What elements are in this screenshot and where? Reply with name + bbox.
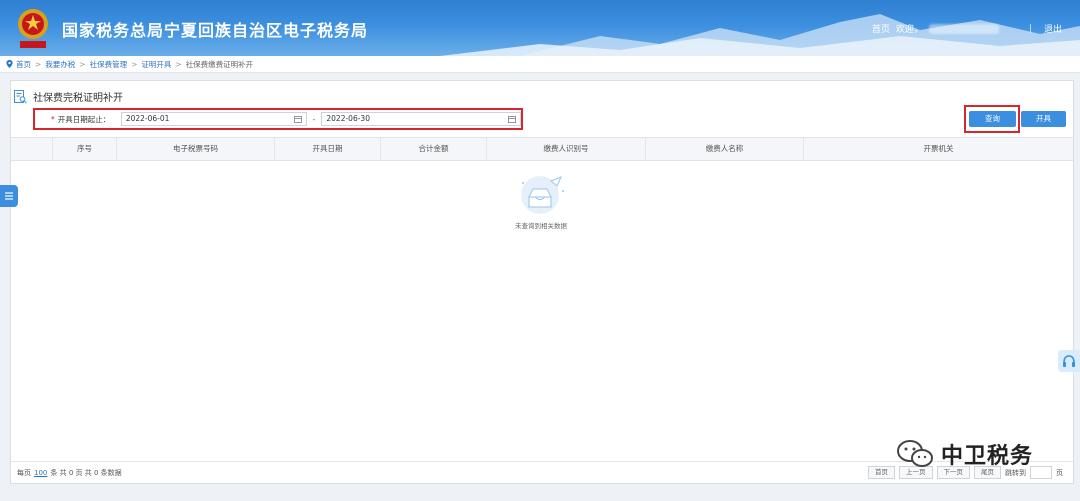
empty-inbox-icon xyxy=(521,176,564,214)
results-table: 序号 电子税票号码 开具日期 合计金额 缴费人识别号 缴费人名称 开票机关 xyxy=(11,137,1073,161)
table-header: 序号 电子税票号码 开具日期 合计金额 缴费人识别号 缴费人名称 开票机关 xyxy=(11,137,1073,161)
breadcrumb: 首页 > 我要办税 > 社保费管理 > 证明开具 > 社保费缴费证明补开 xyxy=(0,56,1080,73)
end-date-input[interactable]: 2022-06-30 xyxy=(321,112,521,126)
breadcrumb-separator: > xyxy=(79,59,86,69)
breadcrumb-separator: > xyxy=(35,59,42,69)
nav-divider: | xyxy=(1028,23,1032,34)
welcome-text: 欢迎， xyxy=(895,25,923,35)
column-header-issue-date: 开具日期 xyxy=(275,138,381,160)
menu-icon xyxy=(5,192,13,200)
breadcrumb-social-security[interactable]: 社保费管理 xyxy=(90,59,128,70)
page-title: 社保费完税证明补开 xyxy=(33,93,123,104)
calendar-icon[interactable] xyxy=(508,115,516,123)
header-nav: 首页 欢迎， | 退出 xyxy=(872,22,1062,35)
breadcrumb-current: 社保费缴费证明补开 xyxy=(185,59,254,69)
wechat-watermark: 中卫税务 xyxy=(895,438,1033,470)
column-header-total-amount: 合计金额 xyxy=(381,138,487,160)
column-header-select xyxy=(11,138,53,160)
breadcrumb-certificate[interactable]: 证明开具 xyxy=(141,59,171,70)
national-emblem-icon xyxy=(18,9,48,48)
site-title: 国家税务总局宁夏回族自治区电子税务局 xyxy=(62,21,369,40)
date-range-label: * 开具日期起止： xyxy=(51,114,121,125)
top-header: 国家税务总局宁夏回族自治区电子税务局 首页 欢迎， | 退出 xyxy=(0,0,1080,56)
side-menu-toggle[interactable] xyxy=(0,185,18,207)
column-header-payer-name: 缴费人名称 xyxy=(646,138,804,160)
document-search-icon xyxy=(14,89,27,104)
page-unit-label: 页 xyxy=(1056,468,1063,477)
page-size-prefix: 每页 xyxy=(17,468,31,477)
date-range-label-text: 开具日期起止： xyxy=(57,114,111,124)
start-date-value: 2022-06-01 xyxy=(125,114,170,123)
page-title-row: 社保费完税证明补开 xyxy=(14,89,123,104)
breadcrumb-home[interactable]: 首页 xyxy=(16,59,31,70)
calendar-icon[interactable] xyxy=(293,115,302,123)
breadcrumb-tax-handling[interactable]: 我要办税 xyxy=(45,59,75,70)
required-mark: * xyxy=(51,114,55,124)
wechat-icon xyxy=(897,440,933,467)
column-header-issuing-authority: 开票机关 xyxy=(923,144,954,153)
empty-state-text: 未查询到相关数据 xyxy=(515,222,567,230)
headset-icon xyxy=(1063,355,1075,367)
breadcrumb-separator: > xyxy=(131,59,138,69)
goto-page-input[interactable] xyxy=(1030,466,1052,479)
location-pin-icon xyxy=(6,60,13,68)
column-header-payer-id: 缴费人识别号 xyxy=(487,138,646,160)
page-summary: 条 共 0 页 共 0 条数据 xyxy=(50,468,122,477)
home-link[interactable]: 首页 xyxy=(872,22,890,35)
online-service-tab[interactable] xyxy=(1058,350,1080,372)
username-redacted xyxy=(928,23,999,34)
column-header-ticket-no: 电子税票号码 xyxy=(117,138,275,160)
main-panel: 社保费完税证明补开 * 开具日期起止： 2022-06-01 - 2022-06-… xyxy=(10,80,1074,484)
issue-button[interactable]: 开具 xyxy=(1021,111,1066,127)
end-date-value: 2022-06-30 xyxy=(326,114,370,123)
first-page-button[interactable]: 首页 xyxy=(868,466,895,479)
watermark-text: 中卫税务 xyxy=(941,444,1034,469)
query-button[interactable]: 查询 xyxy=(969,111,1016,127)
column-header-index: 序号 xyxy=(53,138,117,160)
date-range-filter: * 开具日期起止： 2022-06-01 - 2022-06-30 xyxy=(33,108,523,130)
empty-state: 未查询到相关数据 xyxy=(506,173,576,230)
page-size-select[interactable]: 100 xyxy=(34,469,47,477)
breadcrumb-separator: > xyxy=(175,59,182,69)
logout-link[interactable]: 退出 xyxy=(1044,22,1062,35)
date-separator: - xyxy=(312,114,316,124)
start-date-input[interactable]: 2022-06-01 xyxy=(120,112,307,126)
